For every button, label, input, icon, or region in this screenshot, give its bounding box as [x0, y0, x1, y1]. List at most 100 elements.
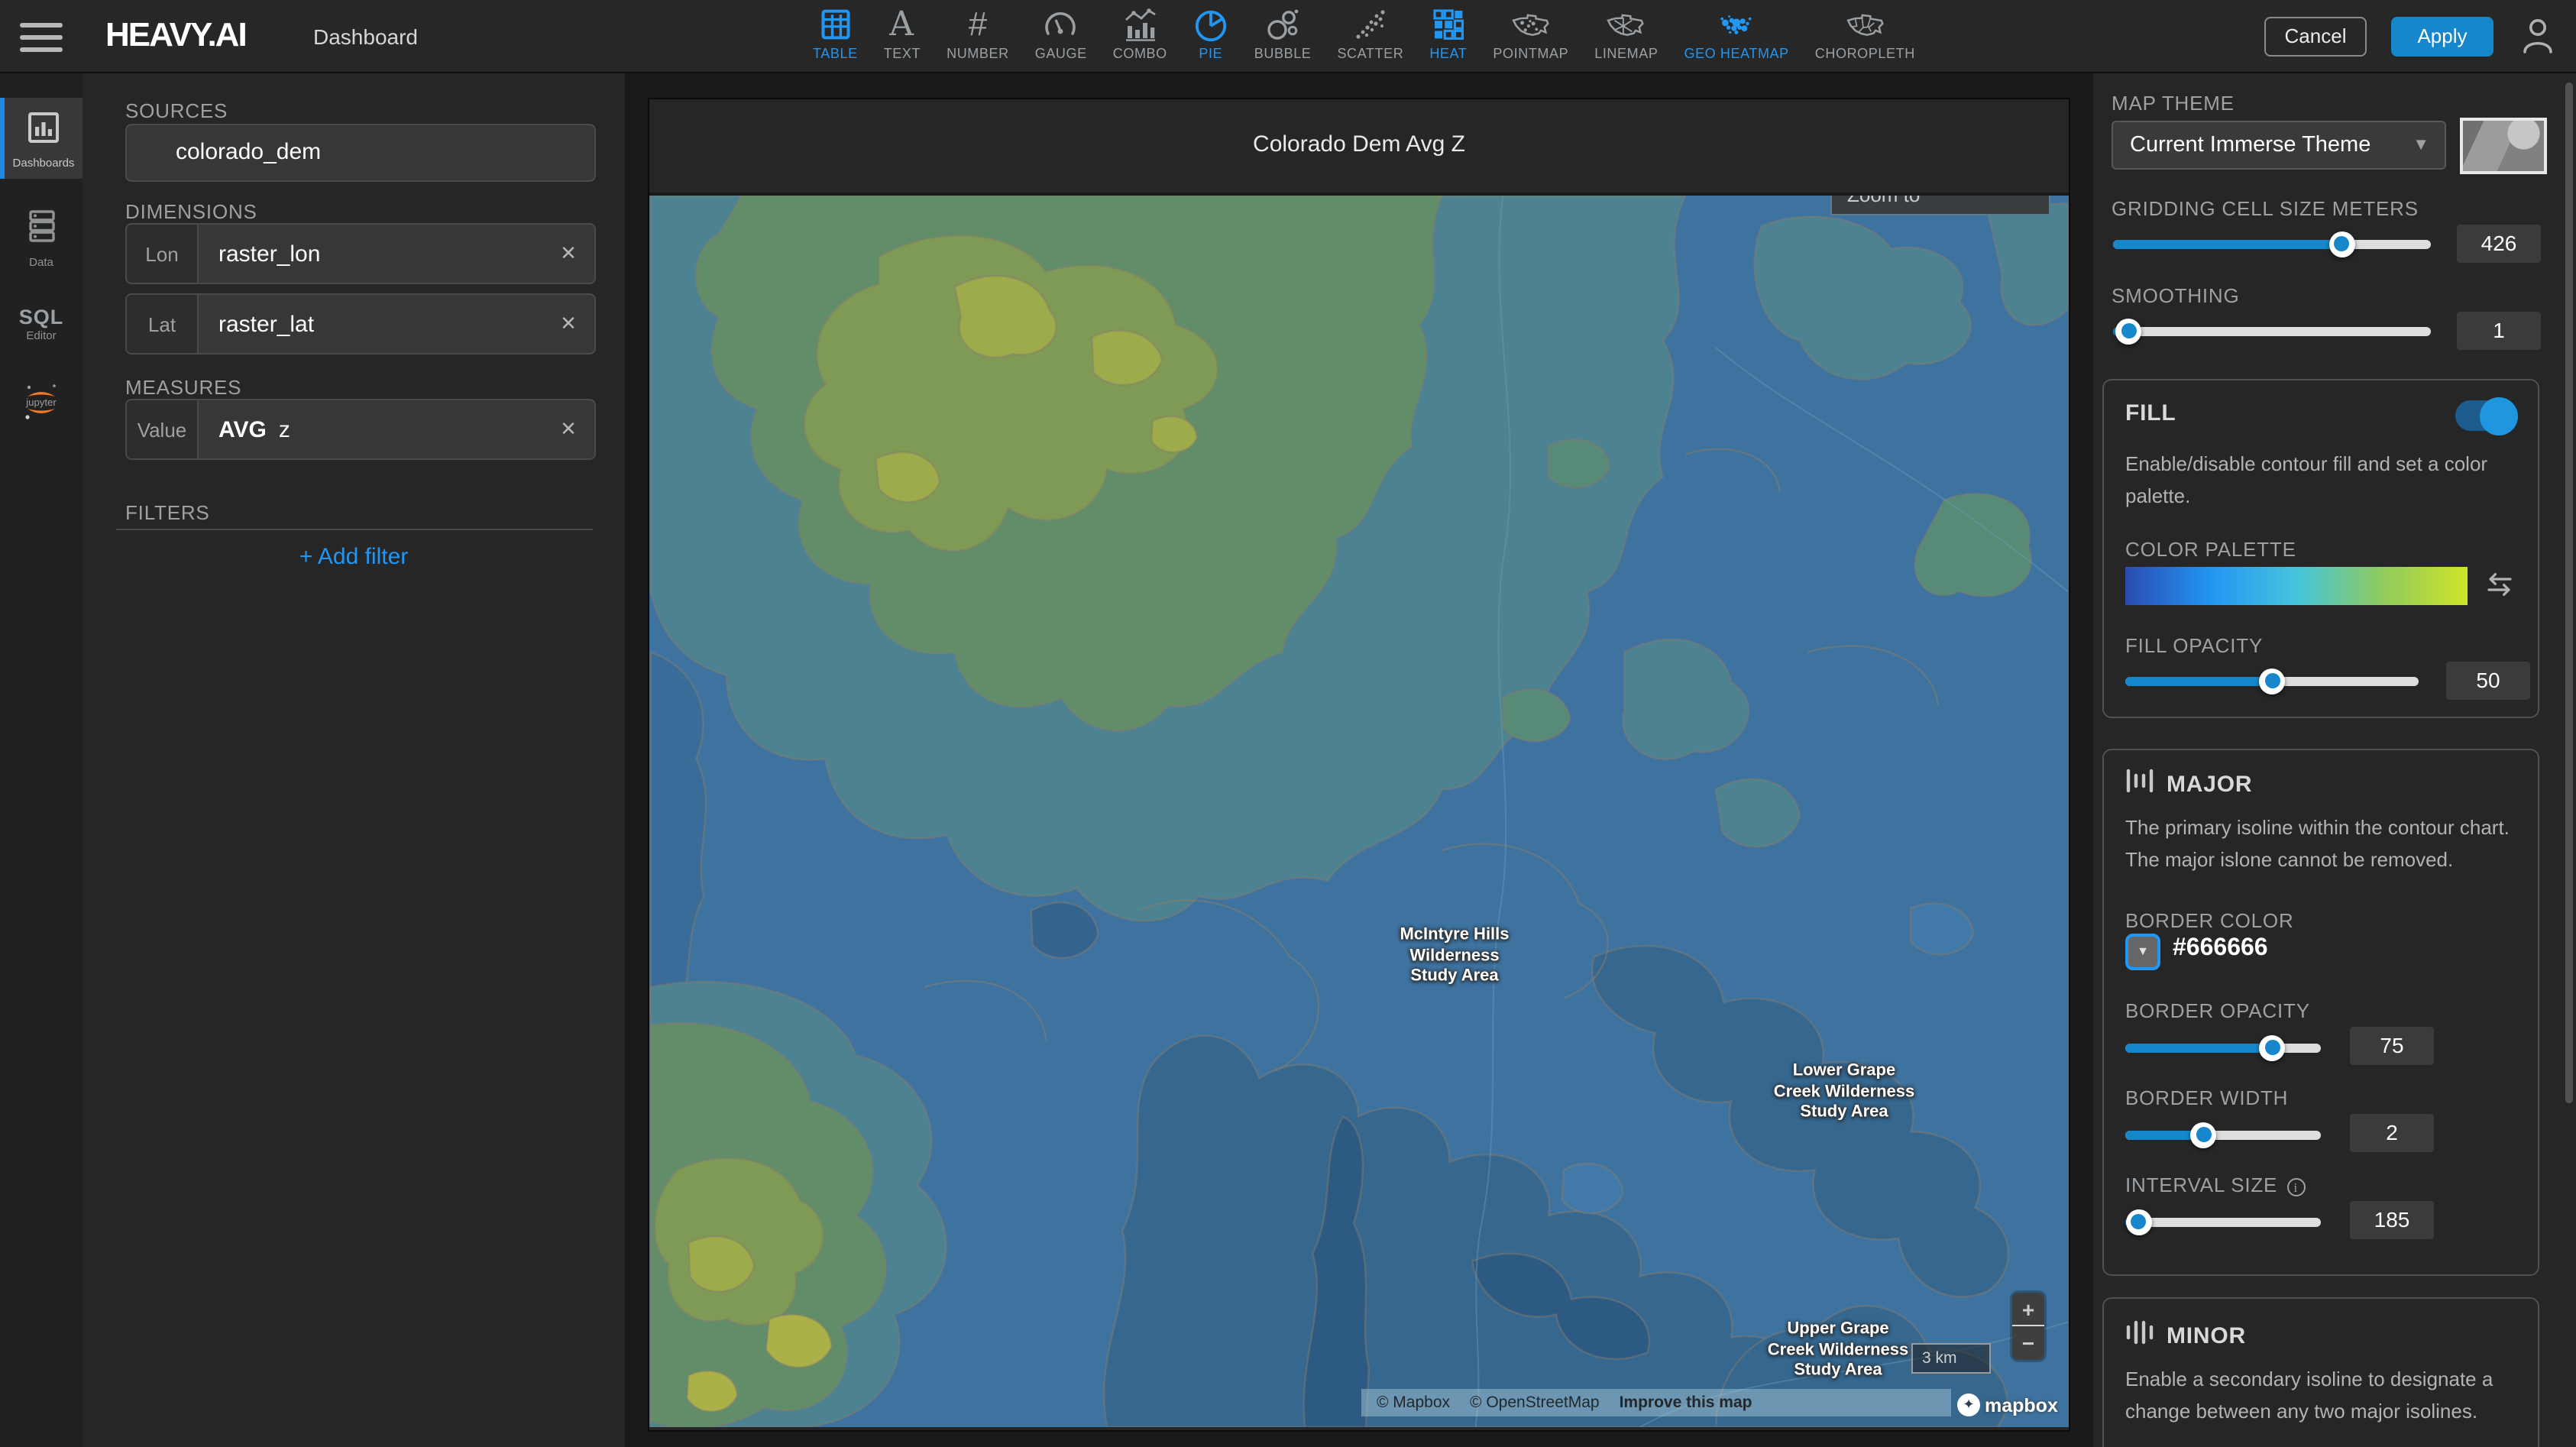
dimensions-label: DIMENSIONS	[125, 200, 257, 223]
nav-item-data[interactable]: Data	[0, 203, 83, 267]
add-filter-button[interactable]: + Add filter	[83, 544, 625, 570]
map-zoom-controls: + −	[2012, 1293, 2044, 1360]
map-scale: 3 km	[1911, 1343, 1991, 1374]
contour-map-canvas[interactable]: Zoom to McIntyre Hills Wilderness Study …	[649, 196, 2069, 1427]
svg-text:A: A	[889, 6, 915, 43]
color-palette-bar[interactable]	[2125, 567, 2468, 605]
toggle-knob[interactable]	[2480, 397, 2518, 435]
zoom-in-button[interactable]: +	[2012, 1293, 2044, 1326]
improve-map-link[interactable]: Improve this map	[1620, 1394, 1752, 1412]
slider-track[interactable]	[2125, 1218, 2321, 1226]
slider-track[interactable]	[2113, 327, 2431, 335]
border-color-label: BORDER COLOR	[2125, 909, 2294, 932]
chart-type-geo-heatmap[interactable]: GEO HEATMAP	[1684, 5, 1788, 61]
chart-type-heat[interactable]: HEAT	[1429, 5, 1467, 61]
chart-type-combo[interactable]: COMBO	[1113, 5, 1167, 61]
fill-opacity-value[interactable]: 50	[2446, 662, 2530, 700]
mapbox-attribution-link[interactable]: © Mapbox	[1377, 1394, 1450, 1412]
nav-item-sql-editor[interactable]: SQL Editor	[0, 306, 83, 358]
remove-measure-icon[interactable]: ✕	[542, 400, 594, 458]
slider-thumb[interactable]	[2116, 318, 2142, 344]
interval-size-value[interactable]: 185	[2350, 1201, 2434, 1239]
gridding-value[interactable]: 426	[2457, 225, 2541, 263]
map-attribution: © Mapbox © OpenStreetMap Improve this ma…	[1361, 1389, 1951, 1416]
apply-button[interactable]: Apply	[2391, 17, 2493, 57]
dimension-value[interactable]: raster_lon	[199, 225, 542, 283]
border-color-swatch[interactable]: ▼	[2125, 934, 2160, 970]
reverse-palette-icon[interactable]	[2484, 571, 2515, 605]
bar-chart-icon	[28, 124, 60, 150]
border-opacity-value[interactable]: 75	[2350, 1027, 2434, 1065]
pie-icon	[1193, 5, 1228, 44]
interval-size-slider[interactable]	[2125, 1209, 2321, 1235]
chart-type-bubble[interactable]: BUBBLE	[1254, 5, 1312, 61]
mapbox-logo[interactable]: ✦ mapbox	[1957, 1394, 2058, 1416]
major-description: The primary isoline within the contour c…	[2125, 811, 2526, 876]
map-theme-select[interactable]: Current Immerse Theme ▼	[2112, 121, 2446, 170]
border-color-value: #666666	[2173, 935, 2268, 963]
hamburger-menu-icon[interactable]	[20, 23, 63, 52]
dimension-lon-field[interactable]: Lon raster_lon ✕	[125, 223, 596, 284]
chart-type-gauge[interactable]: GAUGE	[1035, 5, 1087, 61]
user-profile-icon[interactable]	[2521, 17, 2555, 63]
slider-thumb[interactable]	[2126, 1209, 2152, 1235]
measure-slot-label: Value	[127, 400, 199, 458]
fill-title: FILL	[2125, 400, 2176, 426]
app-logo: HEAVY.AI	[105, 15, 246, 55]
chart-type-pointmap[interactable]: POINTMAP	[1493, 5, 1568, 61]
zoom-out-button[interactable]: −	[2012, 1326, 2044, 1360]
nav-item-jupyter[interactable]: jupyter	[0, 380, 83, 432]
dimension-value[interactable]: raster_lat	[199, 295, 542, 353]
slider-thumb[interactable]	[2329, 231, 2355, 257]
minor-isoline-card: MINOR Enable a secondary isoline to desi…	[2102, 1297, 2539, 1447]
border-opacity-slider[interactable]	[2125, 1034, 2321, 1060]
combo-icon	[1121, 5, 1158, 44]
chart-type-choropleth[interactable]: CHOROPLETH	[1815, 5, 1915, 61]
border-width-value[interactable]: 2	[2350, 1114, 2434, 1152]
database-icon	[25, 223, 57, 249]
map-settings-panel: MAP THEME Current Immerse Theme ▼ GRIDDI…	[2093, 73, 2576, 1447]
text-icon: A	[885, 5, 919, 44]
contour-terrain	[649, 196, 2069, 1427]
smoothing-value[interactable]: 1	[2457, 312, 2541, 350]
cancel-button[interactable]: Cancel	[2264, 17, 2367, 57]
settings-scrollbar[interactable]	[2565, 83, 2573, 1103]
chart-type-table[interactable]: TABLE	[813, 5, 858, 61]
remove-dimension-icon[interactable]: ✕	[542, 225, 594, 283]
measure-value[interactable]: AVGz	[199, 400, 542, 458]
table-icon	[818, 5, 852, 44]
linemap-icon	[1607, 5, 1646, 44]
chart-type-picker: TABLE A TEXT # NUMBER GAUGE COMBO PIE	[813, 5, 1915, 73]
fill-opacity-slider[interactable]	[2125, 668, 2419, 694]
source-input[interactable]: colorado_dem	[125, 124, 596, 182]
chart-title: Colorado Dem Avg Z	[649, 99, 2069, 196]
smoothing-slider[interactable]	[2113, 318, 2431, 344]
dimension-lat-field[interactable]: Lat raster_lat ✕	[125, 293, 596, 354]
chart-type-text[interactable]: A TEXT	[884, 5, 921, 61]
osm-attribution-link[interactable]: © OpenStreetMap	[1470, 1394, 1600, 1412]
chart-type-number[interactable]: # NUMBER	[947, 5, 1009, 61]
chevron-down-icon: ▼	[2128, 937, 2157, 967]
map-theme-thumbnail[interactable]	[2460, 118, 2547, 174]
measure-value-field[interactable]: Value AVGz ✕	[125, 399, 596, 460]
gridding-slider[interactable]	[2113, 231, 2431, 257]
map-area-label: McIntyre Hills Wilderness Study Area	[1400, 926, 1509, 988]
page-title: Dashboard	[313, 24, 418, 49]
minor-description: Enable a secondary isoline to designate …	[2125, 1363, 2526, 1427]
slider-thumb[interactable]	[2259, 1034, 2285, 1060]
slider-thumb[interactable]	[2259, 668, 2285, 694]
remove-dimension-icon[interactable]: ✕	[542, 295, 594, 353]
nav-item-dashboards[interactable]: Dashboards	[0, 98, 83, 179]
gauge-icon	[1043, 5, 1079, 44]
choropleth-icon	[1845, 5, 1885, 44]
chart-type-scatter[interactable]: SCATTER	[1337, 5, 1403, 61]
info-icon[interactable]: i	[2286, 1178, 2305, 1196]
zoom-to-button[interactable]: Zoom to	[1830, 196, 2050, 215]
chart-type-pie[interactable]: PIE	[1193, 5, 1228, 61]
chart-type-linemap[interactable]: LINEMAP	[1594, 5, 1658, 61]
pointmap-icon	[1511, 5, 1551, 44]
dimension-slot-label: Lon	[127, 225, 199, 283]
border-width-slider[interactable]	[2125, 1122, 2321, 1148]
slider-thumb[interactable]	[2190, 1122, 2216, 1148]
fill-toggle[interactable]	[2455, 400, 2513, 431]
